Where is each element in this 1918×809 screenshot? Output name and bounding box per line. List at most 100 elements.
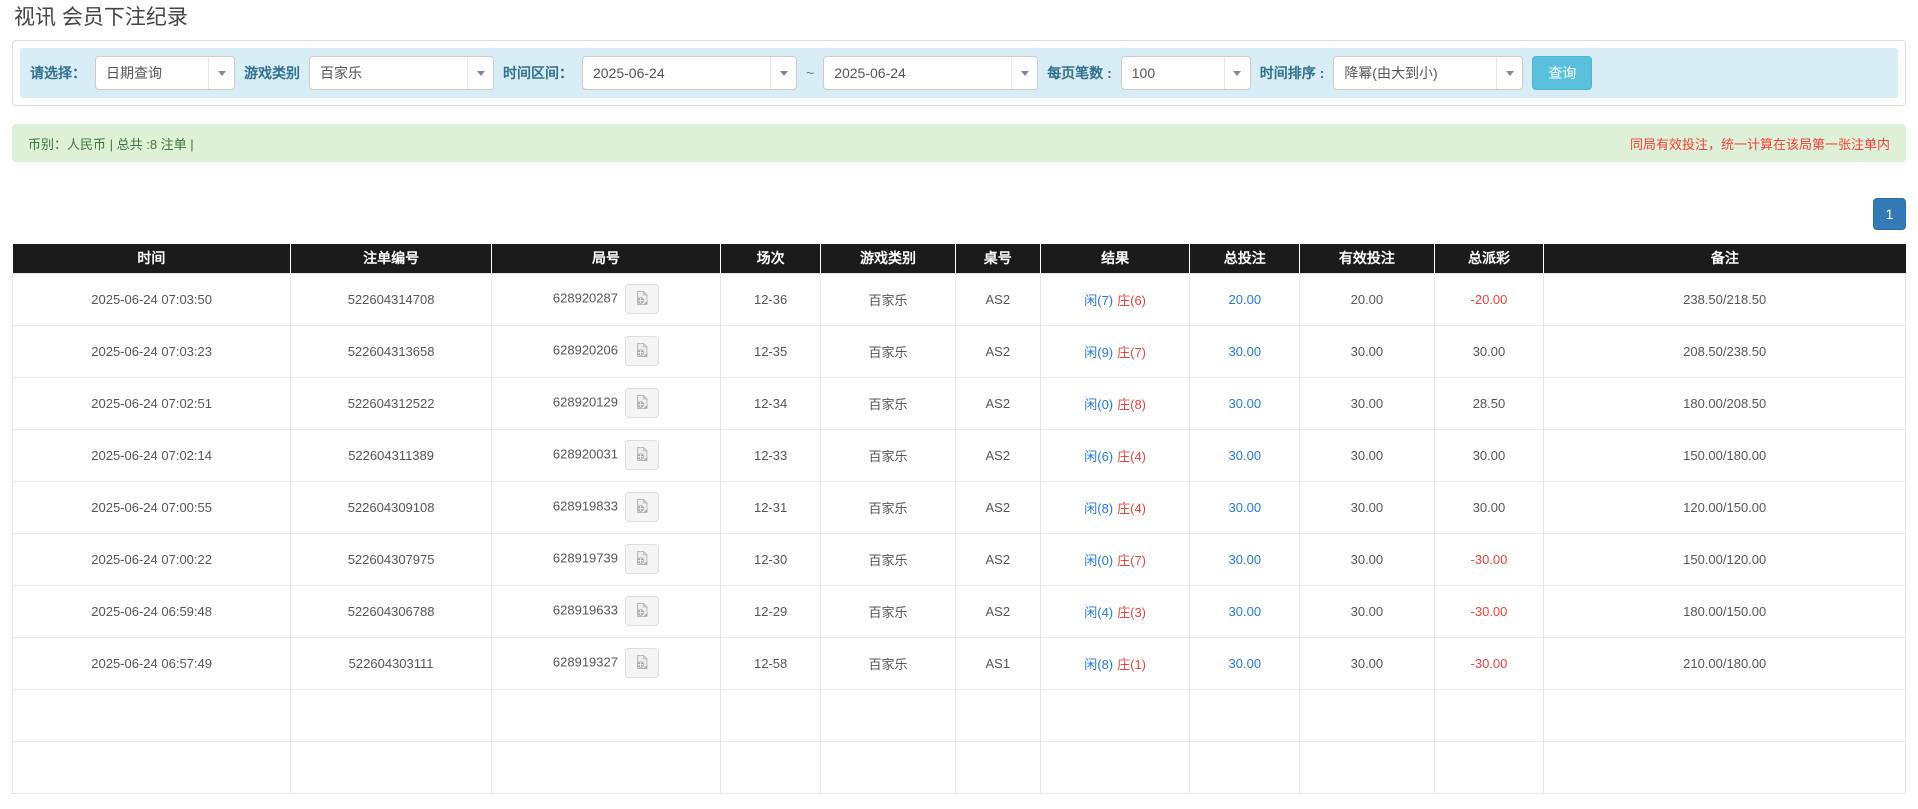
table-row: 2025-06-24 07:03:23 522604313658 628920206… [11,324,1906,378]
cell-payout: -30.00 [1433,532,1545,586]
page-button-1[interactable]: 1 [1873,198,1906,230]
result-banker: 庄(3) [1117,604,1147,620]
cell-time: 2025-06-24 06:57:49 [11,636,292,690]
cell-valid-bet: 30.00 [1299,532,1435,586]
round-id-text: 628920031 [552,446,618,462]
cell-result: 闲(4) 庄(3) [1039,584,1191,638]
sort-order-value: 降幂(由大到小) [1344,65,1438,81]
chevron-down-icon [1011,57,1037,89]
column-header: 注单编号 [290,244,492,273]
column-header: 局号 [490,244,721,273]
table-row: 2025-06-24 06:59:48 522604306788 628919633… [11,584,1906,638]
result-player: 闲(0) [1084,396,1114,412]
footer-label: 小计 [11,688,292,742]
total-bet-link[interactable]: 30.00 [1229,552,1262,567]
total-bet-link[interactable]: 30.00 [1229,604,1262,619]
result-player: 闲(7) [1084,292,1114,308]
video-file-icon [634,654,650,673]
cell-bet-id: 522604307975 [290,532,492,586]
cell-note: 180.00/208.50 [1543,376,1906,430]
pagination: 1 [12,198,1906,230]
game-category-value: 百家乐 [320,65,362,81]
cell-result: 闲(8) 庄(1) [1039,636,1191,690]
footer-empty-round [490,740,721,794]
cell-time: 2025-06-24 07:00:55 [11,480,292,534]
video-replay-button[interactable] [624,284,659,314]
total-bet-link[interactable]: 30.00 [1229,344,1262,359]
footer-valid-bet: 230.00 [1299,688,1435,742]
betting-records-page: 视讯 会员下注纪录 请选择： 日期查询 游戏类别 百家乐 时间区间： 2025-… [0,0,1918,809]
footer-empty-note [1543,740,1906,794]
cell-time: 2025-06-24 07:00:22 [11,532,292,586]
cell-valid-bet: 30.00 [1299,376,1435,430]
footer-empty-game [820,740,956,794]
video-replay-button[interactable] [624,336,659,366]
search-button[interactable]: 查询 [1532,56,1593,90]
column-header: 有效投注 [1299,244,1435,273]
column-header: 总派彩 [1433,244,1544,273]
cell-note: 210.00/180.00 [1543,636,1906,690]
records-body: 2025-06-24 07:03:50 522604314708 628920287… [11,272,1906,794]
result-banker: 庄(4) [1117,448,1147,464]
video-replay-button[interactable] [624,492,659,522]
sort-order-select[interactable]: 降幂(由大到小) [1333,56,1524,90]
cell-valid-bet: 30.00 [1299,324,1435,378]
footer-empty-game [820,688,956,742]
cell-note: 120.00/150.00 [1543,480,1906,534]
video-replay-button[interactable] [624,596,659,626]
game-category-select[interactable]: 百家乐 [309,56,494,90]
cell-bet-id: 522604309108 [290,480,492,534]
game-category-label: 游戏类别 [244,65,300,81]
cell-result: 闲(0) 庄(8) [1039,376,1191,430]
cell-payout: -20.00 [1433,272,1545,326]
table-row: 2025-06-24 07:02:14 522604311389 628920031… [11,428,1906,482]
footer-total-bet: 230.00 [1189,688,1301,742]
video-file-icon [634,498,650,517]
cell-bet-id: 522604314708 [290,272,492,326]
date-to-select[interactable]: 2025-06-24 [823,56,1039,90]
cell-bet-id: 522604306788 [290,584,492,638]
total-bet-link[interactable]: 30.00 [1229,656,1262,671]
cell-bet-id: 522604313658 [290,324,492,378]
cell-session: 12-30 [719,532,822,586]
cell-bet-id: 522604312522 [290,376,492,430]
table-row: 2025-06-24 07:03:50 522604314708 628920287… [11,272,1906,326]
video-replay-button[interactable] [624,544,659,574]
video-replay-button[interactable] [624,440,659,470]
footer-payout: 8.50 [1433,740,1545,794]
page-size-select[interactable]: 100 [1120,56,1251,90]
result-player: 闲(8) [1084,500,1114,516]
total-bet-link[interactable]: 30.00 [1229,448,1262,463]
video-file-icon [634,290,650,309]
cell-valid-bet: 30.00 [1299,584,1435,638]
cell-round-id: 628920287 [490,272,721,326]
column-header: 结果 [1039,244,1190,273]
date-from-select[interactable]: 2025-06-24 [582,56,797,90]
cell-round-id: 628919833 [490,480,721,534]
column-header: 备注 [1543,244,1906,273]
footer-empty-note [1543,688,1906,742]
total-bet-link[interactable]: 30.00 [1229,500,1262,515]
chevron-down-icon [770,57,796,89]
cell-payout: -30.00 [1433,636,1545,690]
table-row: 2025-06-24 07:00:22 522604307975 628919739… [11,532,1906,586]
cell-valid-bet: 30.00 [1299,428,1435,482]
query-type-select[interactable]: 日期查询 [95,56,235,90]
total-bet-link[interactable]: 30.00 [1229,396,1262,411]
footer-payout: 8.50 [1433,688,1545,742]
round-id-text: 628919633 [552,602,618,618]
cell-table-number: AS1 [954,636,1041,690]
cell-table-number: AS2 [954,272,1041,326]
cell-round-id: 628919739 [490,532,721,586]
cell-note: 150.00/180.00 [1543,428,1906,482]
video-replay-button[interactable] [624,648,659,678]
cell-game-type: 百家乐 [820,584,956,638]
cell-total-bet: 30.00 [1189,376,1301,430]
result-banker: 庄(7) [1117,552,1147,568]
video-replay-button[interactable] [624,388,659,418]
total-bet-link[interactable]: 20.00 [1229,292,1262,307]
cell-session: 12-34 [719,376,822,430]
table-row: 2025-06-24 07:02:51 522604312522 628920129… [11,376,1906,430]
footer-valid-bet: 230.00 [1299,740,1435,794]
chevron-down-icon [1496,57,1522,89]
